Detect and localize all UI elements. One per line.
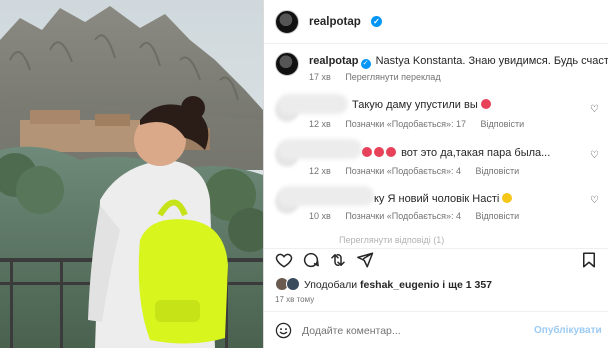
emoji-icon[interactable] xyxy=(275,322,292,339)
verified-icon: ✓ xyxy=(360,59,371,69)
author-avatar[interactable] xyxy=(275,10,299,34)
caption: realpotap ✓ Nastya Konstanta. Знаю увидим… xyxy=(309,55,608,69)
comment-meta: 12 хв Позначки «Подобається»: 17 Відпові… xyxy=(309,119,525,129)
likes-count[interactable]: і ще 1 357 xyxy=(442,279,492,291)
post-details-panel: realpotap ✓ realpotap ✓ Nastya Konstanta.… xyxy=(263,0,608,348)
heart-icon[interactable]: ♡ xyxy=(590,104,599,115)
verified-icon: ✓ xyxy=(371,16,382,27)
view-replies-link[interactable]: Переглянути відповіді (1) xyxy=(339,235,444,245)
liker-avatar[interactable] xyxy=(286,277,300,291)
caption-time: 17 хв xyxy=(309,72,331,82)
author-username[interactable]: realpotap xyxy=(309,16,361,28)
comment-icon[interactable] xyxy=(302,251,320,269)
likes-summary: Уподобали feshak_eugenio і ще 1 357 xyxy=(264,276,608,292)
comment-meta: 12 хв Позначки «Подобається»: 4 Відповіс… xyxy=(309,166,520,176)
emoji-icon xyxy=(362,147,372,157)
emoji-icon xyxy=(480,99,491,109)
caption-text: Nastya Konstanta. Знаю увидимся. Будь сч… xyxy=(375,55,608,67)
heart-icon[interactable] xyxy=(275,251,293,269)
likes-text: Уподобали feshak_eugenio і ще 1 357 xyxy=(304,279,493,291)
comment-text: Такую даму упустили вы xyxy=(352,99,493,111)
post-comment-button[interactable]: Опублікувати xyxy=(534,325,602,336)
comment-meta: 10 хв Позначки «Подобається»: 4 Відповіс… xyxy=(309,211,520,221)
comment-username-blurred xyxy=(278,94,348,114)
post-header: realpotap ✓ xyxy=(264,0,608,44)
comment-text: вот это да,такая пара была... xyxy=(362,147,550,159)
comments-list: realpotap ✓ Nastya Konstanta. Знаю увидим… xyxy=(264,45,608,248)
action-bar xyxy=(264,248,608,270)
emoji-icon xyxy=(386,147,396,157)
comment-text: ку Я новий чоловік Насті xyxy=(374,193,514,205)
send-icon[interactable] xyxy=(356,251,374,269)
comment-input[interactable] xyxy=(302,323,522,339)
emoji-icon xyxy=(502,193,513,203)
comment-composer: Опублікувати xyxy=(264,311,608,348)
post-photo-image xyxy=(0,0,263,348)
caption-avatar[interactable] xyxy=(275,52,299,76)
liker-username[interactable]: feshak_eugenio xyxy=(360,279,439,291)
heart-icon[interactable]: ♡ xyxy=(590,195,599,206)
caption-username[interactable]: realpotap xyxy=(309,55,359,67)
post-time: 17 хв тому xyxy=(275,295,315,304)
translate-link[interactable]: Переглянути переклад xyxy=(345,72,440,82)
comment-username-blurred xyxy=(278,186,374,206)
heart-icon[interactable]: ♡ xyxy=(590,150,599,161)
caption-meta: 17 хв Переглянути переклад xyxy=(309,72,453,82)
emoji-icon xyxy=(374,147,384,157)
comment-username-blurred xyxy=(278,139,362,159)
bookmark-icon[interactable] xyxy=(580,251,598,269)
share-icon[interactable] xyxy=(329,251,347,269)
post-photo[interactable] xyxy=(0,0,263,348)
